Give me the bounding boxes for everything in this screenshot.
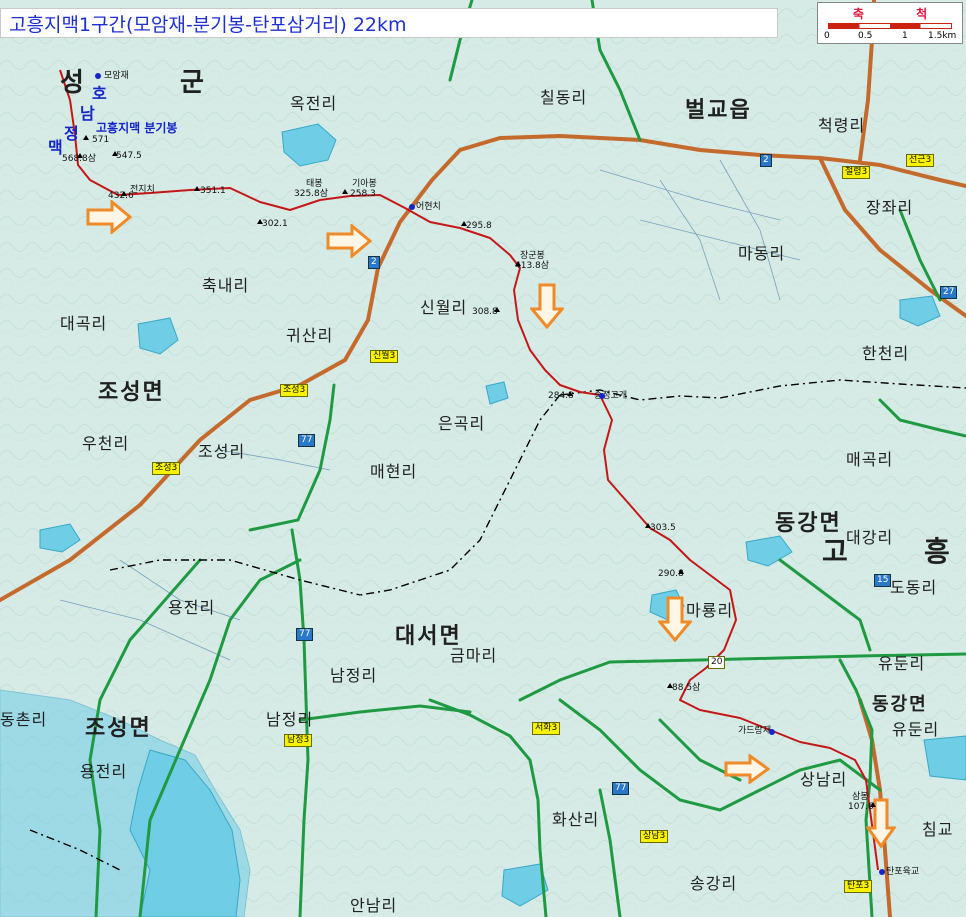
village-hancheon: 한천리	[862, 344, 910, 363]
village-chimgyo: 침교	[922, 820, 954, 839]
peak-290-8: 290.8	[658, 569, 684, 579]
scale-bar	[828, 23, 952, 29]
route-sign-77a: 77	[298, 434, 316, 447]
road-sign-sangnam3: 상남3	[640, 830, 669, 843]
village-ucheon: 우천리	[82, 434, 130, 453]
village-yudun-2: 유둔리	[892, 720, 940, 739]
village-hwasan: 화산리	[552, 810, 600, 829]
village-chungnae: 축내리	[202, 276, 250, 295]
road-sign-seongeun3: 선근3	[906, 154, 935, 167]
village-gwisan: 귀산리	[286, 326, 334, 345]
topographic-map[interactable]: 고흥지맥1구간(모암재-분기봉-탄포삼거리) 22km 축 척 0 0.5 1 …	[0, 0, 966, 917]
label-donggang-2: 동강면	[872, 694, 928, 715]
village-maryong: 마룡리	[686, 601, 734, 620]
village-dongchon: 동촌리	[0, 710, 48, 729]
village-eungok: 은곡리	[438, 414, 486, 433]
label-boseong-b: 군	[180, 68, 206, 98]
village-maegok: 매곡리	[846, 450, 894, 469]
peak-songjeong: 송정고개	[594, 391, 628, 401]
village-namjeong-b: 남정리	[266, 710, 314, 729]
peak-302-1: 302.1	[262, 219, 288, 229]
village-sangnam: 상남리	[800, 770, 848, 789]
road-sign-sinwol3: 신월3	[370, 350, 399, 363]
route-sign-2b: 2	[760, 154, 772, 167]
direction-arrow-down-3	[866, 798, 896, 848]
road-sign-tanpo3: 탄포3	[844, 880, 873, 893]
village-namjeong-a: 남정리	[330, 666, 378, 685]
direction-arrow-right-1	[86, 200, 132, 234]
village-madong: 마동리	[738, 244, 786, 263]
scale-legend: 축 척 0 0.5 1 1.5km	[817, 2, 963, 44]
village-yongjeon: 용전리	[168, 598, 216, 617]
peak-gadeuryeong: 가드랑재	[738, 726, 772, 736]
village-sinwol: 신월리	[420, 298, 468, 317]
peak-303-5: 303.5	[650, 523, 676, 533]
peak-568-8: 568.8삼	[62, 154, 97, 164]
village-childong: 칠동리	[540, 88, 588, 107]
village-daegok: 대곡리	[60, 314, 108, 333]
peak-284-8: 284.8	[548, 391, 574, 401]
road-sign-namjeong3: 남정3	[284, 734, 313, 747]
label-boseong-a: 성	[60, 68, 86, 98]
scale-tick-1: 1	[902, 31, 908, 41]
scale-tick-0: 0	[824, 31, 830, 41]
village-dodong: 도동리	[890, 578, 938, 597]
peak-351-1: 351.1	[200, 186, 226, 196]
village-okjeon: 옥전리	[290, 94, 338, 113]
label-joseong-south: 조성면	[85, 716, 152, 741]
village-geummari: 금마리	[450, 646, 498, 665]
peak-308-8: 308.8	[472, 307, 498, 317]
direction-arrow-down-2	[658, 596, 692, 642]
map-title: 고흥지맥1구간(모암재-분기봉-탄포삼거리) 22km	[9, 13, 407, 36]
scale-title: 축 척	[852, 7, 952, 21]
label-ho: 호	[92, 84, 108, 103]
road-sign-joseong3-a: 조성3	[280, 384, 309, 397]
peak-413-8: 413.8삼	[515, 261, 550, 271]
peak-88-5: 88.5삼	[672, 683, 701, 693]
route-branch-label: 고흥지맥 분기봉	[96, 121, 178, 135]
peak-moamjae: 모암재	[104, 71, 129, 81]
village-songgang: 송강리	[690, 874, 738, 893]
village-cheokryeong: 척령리	[818, 116, 866, 135]
village-yudun: 유둔리	[878, 654, 926, 673]
village-maehyeon: 매현리	[370, 462, 418, 481]
map-title-bar: 고흥지맥1구간(모암재-분기봉-탄포삼거리) 22km	[0, 8, 778, 38]
peak-295-8: 295.8	[466, 221, 492, 231]
road-sign-cheolryeong3: 철령3	[842, 166, 871, 179]
peak-dolmochi: 어현치	[416, 202, 441, 212]
scale-tick-1-5: 1.5km	[928, 31, 957, 41]
route-sign-77b: 77	[296, 628, 314, 641]
village-annam: 안남리	[350, 896, 398, 915]
label-nam: 남	[80, 104, 96, 123]
label-donggang: 동강면	[775, 511, 842, 536]
label-jeong: 정	[64, 124, 80, 143]
direction-arrow-right-2	[326, 224, 372, 258]
route-sign-77c: 77	[612, 782, 630, 795]
peak-547-5: 547.5	[116, 151, 142, 161]
peak-258-3: 258.3	[350, 189, 376, 199]
label-joseong-north: 조성면	[98, 380, 165, 405]
village-daegang: 대강리	[846, 528, 894, 547]
peak-tanpo: 탄포육교	[886, 867, 920, 877]
direction-arrow-down-1	[530, 283, 564, 329]
label-beolgyo: 벌교읍	[685, 98, 752, 123]
route-sign-20: 20	[708, 656, 726, 669]
label-goheung-b: 흥	[924, 535, 952, 568]
route-sign-15: 15	[874, 574, 892, 587]
scale-tick-0-5: 0.5	[858, 31, 873, 41]
village-joseong: 조성리	[198, 442, 246, 461]
peak-giabong: 기아봉	[352, 179, 377, 189]
road-sign-seohwa3: 서화3	[532, 722, 561, 735]
direction-arrow-right-3	[724, 754, 770, 784]
peak-jeonjeonchi: 전지치	[130, 185, 155, 195]
peak-325-8: 325.8삼	[294, 189, 329, 199]
village-jangjwa: 장좌리	[866, 198, 914, 217]
label-daeseo: 대서면	[395, 624, 462, 649]
route-sign-27: 27	[940, 286, 958, 299]
village-yongjeon-2: 용전리	[80, 762, 128, 781]
peak-janggunbong: 장군봉	[520, 251, 545, 261]
peak-571: 571	[92, 135, 110, 145]
road-sign-joseong3-b: 조성3	[152, 462, 181, 475]
peak-taebong: 태봉	[306, 179, 323, 189]
